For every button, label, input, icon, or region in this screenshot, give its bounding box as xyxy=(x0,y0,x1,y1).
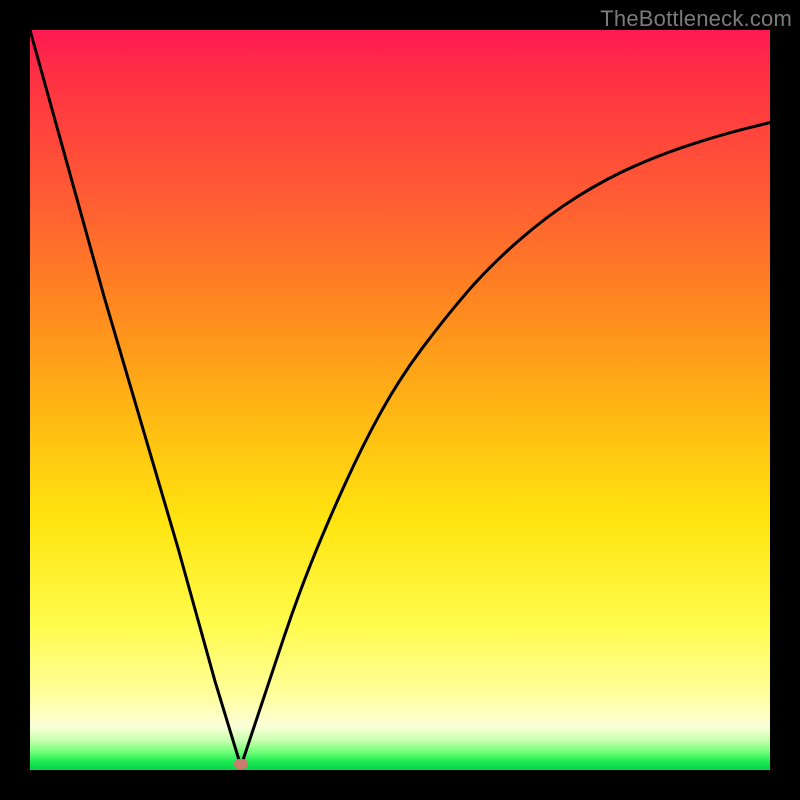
left-branch-line xyxy=(30,30,241,766)
watermark-text: TheBottleneck.com xyxy=(600,6,792,32)
curve-svg xyxy=(30,30,770,770)
right-branch-line xyxy=(241,123,770,767)
chart-frame: TheBottleneck.com xyxy=(0,0,800,800)
plot-area xyxy=(30,30,770,770)
optimal-point-marker xyxy=(234,759,248,769)
